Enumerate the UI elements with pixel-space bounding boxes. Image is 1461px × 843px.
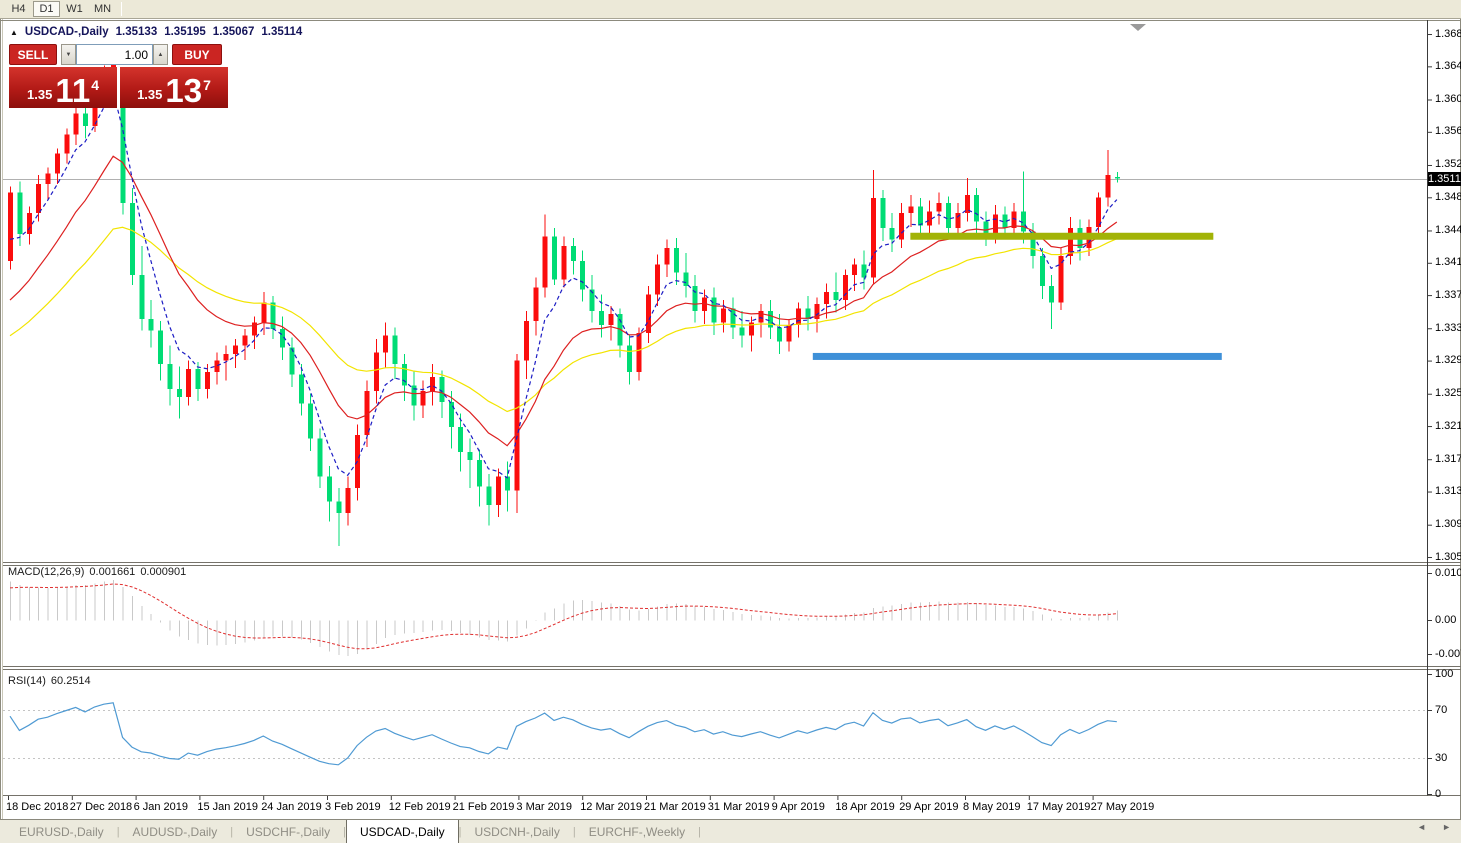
volume-increment-button[interactable]: ▲ bbox=[153, 44, 168, 65]
bid-price-prefix: 1.35 bbox=[27, 87, 52, 102]
bid-quote-button[interactable]: 1.35 11 4 bbox=[9, 67, 117, 108]
bid-price-main: 11 bbox=[55, 76, 90, 106]
macd-main-value: 0.001661 bbox=[89, 566, 135, 578]
macd-name: MACD(12,26,9) bbox=[8, 566, 84, 578]
rsi-value: 60.2514 bbox=[51, 675, 91, 687]
tab-scrollers: ◄ ► bbox=[1417, 822, 1451, 832]
resistance-line-olive[interactable] bbox=[910, 233, 1213, 240]
support-line-blue[interactable] bbox=[813, 353, 1222, 360]
chart-canvas[interactable] bbox=[0, 19, 1461, 843]
ask-price-pip: 7 bbox=[203, 77, 211, 93]
ask-price-prefix: 1.35 bbox=[137, 87, 162, 102]
ask-price-main: 13 bbox=[165, 76, 202, 106]
ohlc-low: 1.35067 bbox=[213, 26, 255, 38]
tab-scroll-right-icon[interactable]: ► bbox=[1442, 822, 1451, 832]
chart-window bbox=[0, 19, 1461, 819]
one-click-trading-panel: SELL ▼ ▲ BUY 1.35 11 4 1.35 13 7 bbox=[9, 44, 228, 108]
volume-input[interactable] bbox=[76, 44, 153, 65]
timeframe-button-h4[interactable]: H4 bbox=[5, 1, 32, 17]
macd-signal-value: 0.000901 bbox=[140, 566, 186, 578]
bid-price-pip: 4 bbox=[91, 77, 99, 93]
chart-title: ▲ USDCAD-,Daily 1.35133 1.35195 1.35067 … bbox=[10, 26, 309, 38]
timeframe-button-d1[interactable]: D1 bbox=[33, 1, 60, 17]
toolbar-separator bbox=[121, 2, 122, 16]
ohlc-open: 1.35133 bbox=[116, 26, 158, 38]
mt4-terminal: H4D1W1MN 1.368601.364701.360701.356801.3… bbox=[0, 0, 1461, 843]
ohlc-close: 1.35114 bbox=[261, 26, 302, 38]
macd-indicator-label: MACD(12,26,9) 0.001661 0.000901 bbox=[8, 566, 191, 578]
collapse-icon[interactable]: ▲ bbox=[10, 28, 18, 37]
timeframe-button-w1[interactable]: W1 bbox=[61, 1, 88, 17]
ask-quote-button[interactable]: 1.35 13 7 bbox=[120, 67, 228, 108]
tab-scroll-left-icon[interactable]: ◄ bbox=[1417, 822, 1426, 832]
current-price-tag: 1.35114 bbox=[1428, 172, 1461, 186]
timeframe-toolbar: H4D1W1MN bbox=[0, 0, 1461, 19]
volume-decrement-button[interactable]: ▼ bbox=[61, 44, 76, 65]
rsi-indicator-label: RSI(14) 60.2514 bbox=[8, 675, 96, 687]
ohlc-high: 1.35195 bbox=[164, 26, 206, 38]
symbol-period-label: USDCAD-,Daily bbox=[25, 26, 109, 38]
rsi-name: RSI(14) bbox=[8, 675, 46, 687]
sell-button[interactable]: SELL bbox=[9, 44, 57, 65]
buy-button[interactable]: BUY bbox=[172, 44, 222, 65]
chart-shift-marker bbox=[1130, 24, 1146, 31]
timeframe-button-mn[interactable]: MN bbox=[89, 1, 116, 17]
